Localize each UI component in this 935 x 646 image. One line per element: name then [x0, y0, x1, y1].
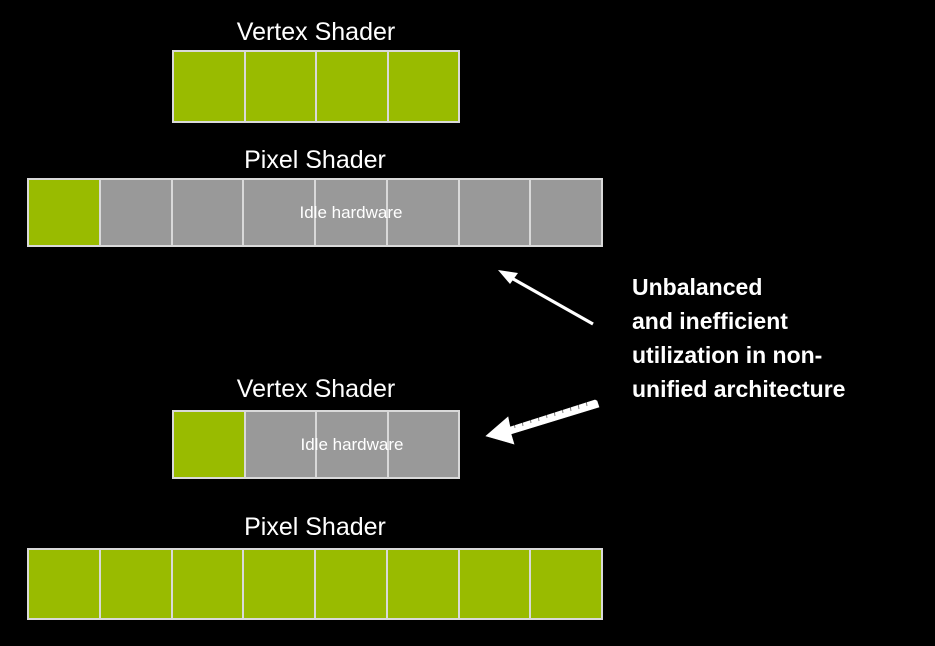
annotation-line-3: utilization in non- — [632, 342, 823, 368]
pixel-shader-top-title: Pixel Shader — [244, 146, 386, 174]
slide-canvas: Vertex Shader Pixel Shader Idle hardware… — [0, 0, 935, 646]
shader-unit-active — [100, 550, 171, 618]
callout-arrow-lower — [485, 399, 600, 445]
shader-unit-active — [174, 52, 244, 121]
shader-unit-active — [531, 550, 601, 618]
pixel-shader-bottom-title: Pixel Shader — [244, 513, 386, 541]
vertex-shader-top-bar — [172, 50, 460, 123]
shader-unit-idle — [388, 412, 458, 477]
shader-unit-idle — [244, 180, 314, 245]
vertex-shader-top-title: Vertex Shader — [236, 18, 396, 46]
pixel-shader-bottom-bar — [27, 548, 603, 620]
shader-unit-idle — [245, 412, 315, 477]
shader-unit-active — [29, 180, 99, 245]
shader-unit-active — [172, 550, 243, 618]
shader-unit-idle — [316, 180, 386, 245]
annotation-line-4: unified architecture — [632, 376, 846, 402]
shader-unit-idle — [172, 180, 243, 245]
shader-unit-active — [459, 550, 530, 618]
shader-unit-active — [316, 550, 386, 618]
shader-unit-active — [317, 52, 387, 121]
vertex-shader-bottom-title: Vertex Shader — [236, 375, 396, 403]
callout-arrow-upper — [498, 270, 594, 326]
shader-unit-idle — [459, 180, 530, 245]
shader-unit-idle — [531, 180, 601, 245]
shader-unit-idle — [387, 180, 458, 245]
shader-unit-idle — [100, 180, 171, 245]
pixel-shader-top-bar — [27, 178, 603, 247]
annotation-line-1: Unbalanced — [632, 274, 763, 300]
shader-unit-active — [245, 52, 315, 121]
annotation-text: Unbalanced and inefficient utilization i… — [632, 270, 845, 406]
shader-unit-active — [387, 550, 458, 618]
annotation-line-2: and inefficient — [632, 308, 788, 334]
shader-unit-active — [174, 412, 244, 477]
shader-unit-idle — [317, 412, 387, 477]
shader-unit-active — [244, 550, 314, 618]
shader-unit-active — [29, 550, 99, 618]
shader-unit-active — [388, 52, 458, 121]
vertex-shader-bottom-bar — [172, 410, 460, 479]
